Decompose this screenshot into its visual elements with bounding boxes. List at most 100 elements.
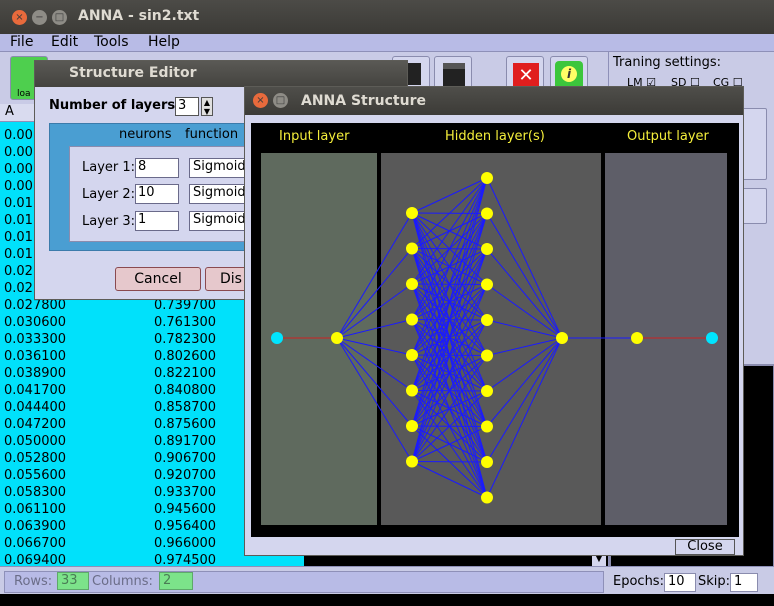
layer-1-neurons-input[interactable]: 8 (135, 158, 179, 178)
grid-cell-a[interactable]: 0.061100 (4, 502, 66, 517)
grid-cell-b[interactable]: 0.966000 (154, 536, 216, 551)
neuron-node (631, 332, 643, 344)
grid-cell-a[interactable]: 0.01 (4, 247, 33, 262)
neuron-node (481, 456, 493, 468)
grid-cell-b[interactable]: 0.875600 (154, 417, 216, 432)
grid-cell-a[interactable]: 0.050000 (4, 434, 66, 449)
skip-input[interactable]: 1 (730, 573, 758, 592)
neurons-column-header: neurons (119, 127, 172, 142)
grid-cell-a[interactable]: 0.033300 (4, 332, 66, 347)
grid-cell-a[interactable]: 0.00 (4, 162, 33, 177)
anna-structure-titlebar: × □ ANNA Structure (245, 87, 743, 115)
structure-editor-title: Structure Editor (69, 65, 197, 81)
network-diagram (261, 153, 727, 525)
grid-cell-a[interactable]: 0.036100 (4, 349, 66, 364)
minimize-window-icon[interactable]: − (32, 10, 47, 25)
structure-editor-titlebar: Structure Editor (35, 61, 407, 87)
input-node (271, 332, 283, 344)
neuron-node (481, 349, 493, 362)
grid-cell-b[interactable]: 0.974500 (154, 553, 216, 566)
grid-cell-b[interactable]: 0.802600 (154, 349, 216, 364)
neuron-node (481, 385, 493, 397)
grid-cell-a[interactable]: 0.052800 (4, 451, 66, 466)
epochs-label: Epochs: (613, 574, 664, 589)
anna-structure-window: × □ ANNA Structure Input layer Hidden la… (244, 86, 744, 556)
terminal-background (0, 594, 774, 606)
grid-cell-a[interactable]: 0.047200 (4, 417, 66, 432)
epochs-input[interactable]: 10 (664, 573, 696, 592)
grid-cell-a[interactable]: 0.063900 (4, 519, 66, 534)
weight-edge (411, 461, 488, 463)
layer-3-label: Layer 3: (82, 214, 136, 229)
neuron-node (481, 172, 493, 184)
neuron-node (406, 278, 418, 290)
main-titlebar: × − □ ANNA - sin2.txt (0, 0, 774, 34)
grid-cell-b[interactable]: 0.933700 (154, 485, 216, 500)
number-of-layers-input[interactable]: 3 (175, 97, 199, 116)
grid-cell-a[interactable]: 0.058300 (4, 485, 66, 500)
main-window-title: ANNA - sin2.txt (78, 8, 200, 24)
neuron-node (481, 420, 493, 433)
menu-help[interactable]: Help (148, 34, 180, 50)
grid-cell-a[interactable]: 0.00 (4, 179, 33, 194)
menu-file[interactable]: File (10, 34, 33, 50)
neuron-node (406, 455, 418, 468)
maximize-window-icon[interactable]: □ (52, 10, 67, 25)
layer-3-neurons-input[interactable]: 1 (135, 211, 179, 231)
grid-cell-b[interactable]: 0.739700 (154, 298, 216, 313)
grid-cell-b[interactable]: 0.858700 (154, 400, 216, 415)
neuron-node (481, 207, 493, 220)
grid-cell-a[interactable]: 0.01 (4, 196, 33, 211)
grid-cell-a[interactable]: 0.02 (4, 264, 33, 279)
grid-cell-a[interactable]: 0.00 (4, 145, 33, 160)
grid-cell-a[interactable]: 0.030600 (4, 315, 66, 330)
grid-cell-a[interactable]: 0.038900 (4, 366, 66, 381)
menu-tools[interactable]: Tools (94, 34, 129, 50)
grid-cell-a[interactable]: 0.027800 (4, 298, 66, 313)
close-window-icon[interactable]: × (253, 93, 268, 108)
menu-bar: File Edit Tools Help (0, 34, 774, 52)
layer-1-function-select[interactable]: Sigmoid (189, 158, 249, 178)
grid-cell-a[interactable]: 0.041700 (4, 383, 66, 398)
neuron-node (406, 242, 418, 255)
status-bar: Rows: 33 Columns: 2 Epochs: 10 Skip: 1 (0, 566, 774, 594)
grid-cell-b[interactable]: 0.956400 (154, 519, 216, 534)
close-button[interactable]: Close (675, 539, 735, 555)
neuron-node (556, 332, 568, 344)
neuron-node (406, 349, 418, 361)
neuron-node (481, 243, 493, 255)
columns-label: Columns: (92, 574, 153, 589)
layer-2-label: Layer 2: (82, 187, 136, 202)
layer-1-label: Layer 1: (82, 160, 136, 175)
maximize-window-icon[interactable]: □ (273, 93, 288, 108)
network-canvas: Input layer Hidden layer(s) Output layer (251, 123, 739, 537)
grid-cell-a[interactable]: 0.044400 (4, 400, 66, 415)
grid-cell-a[interactable]: 0.066700 (4, 536, 66, 551)
grid-cell-b[interactable]: 0.920700 (154, 468, 216, 483)
menu-edit[interactable]: Edit (51, 34, 78, 50)
grid-cell-a[interactable]: 0.069400 (4, 553, 66, 566)
layer-2-function-select[interactable]: Sigmoid (189, 184, 249, 204)
grid-cell-b[interactable]: 0.906700 (154, 451, 216, 466)
grid-cell-b[interactable]: 0.761300 (154, 315, 216, 330)
cancel-button[interactable]: Cancel (115, 267, 201, 291)
function-column-header: function (185, 127, 239, 142)
layers-spinner-icon[interactable]: ▲ ▼ (201, 97, 213, 116)
grid-cell-a[interactable]: 0.00 (4, 128, 33, 143)
grid-cell-b[interactable]: 0.822100 (154, 366, 216, 381)
training-settings-title: Traning settings: (613, 55, 722, 70)
columns-value: 2 (159, 572, 193, 590)
layer-2-neurons-input[interactable]: 10 (135, 184, 179, 204)
neuron-node (481, 278, 493, 291)
grid-cell-b[interactable]: 0.840800 (154, 383, 216, 398)
grid-cell-a[interactable]: 0.02 (4, 281, 33, 296)
layer-3-function-select[interactable]: Sigmoid (189, 211, 249, 231)
grid-cell-a[interactable]: 0.055600 (4, 468, 66, 483)
grid-cell-a[interactable]: 0.01 (4, 230, 33, 245)
neuron-node (406, 420, 418, 432)
close-window-icon[interactable]: × (12, 10, 27, 25)
grid-cell-b[interactable]: 0.945600 (154, 502, 216, 517)
grid-cell-b[interactable]: 0.891700 (154, 434, 216, 449)
grid-cell-a[interactable]: 0.01 (4, 213, 33, 228)
grid-cell-b[interactable]: 0.782300 (154, 332, 216, 347)
